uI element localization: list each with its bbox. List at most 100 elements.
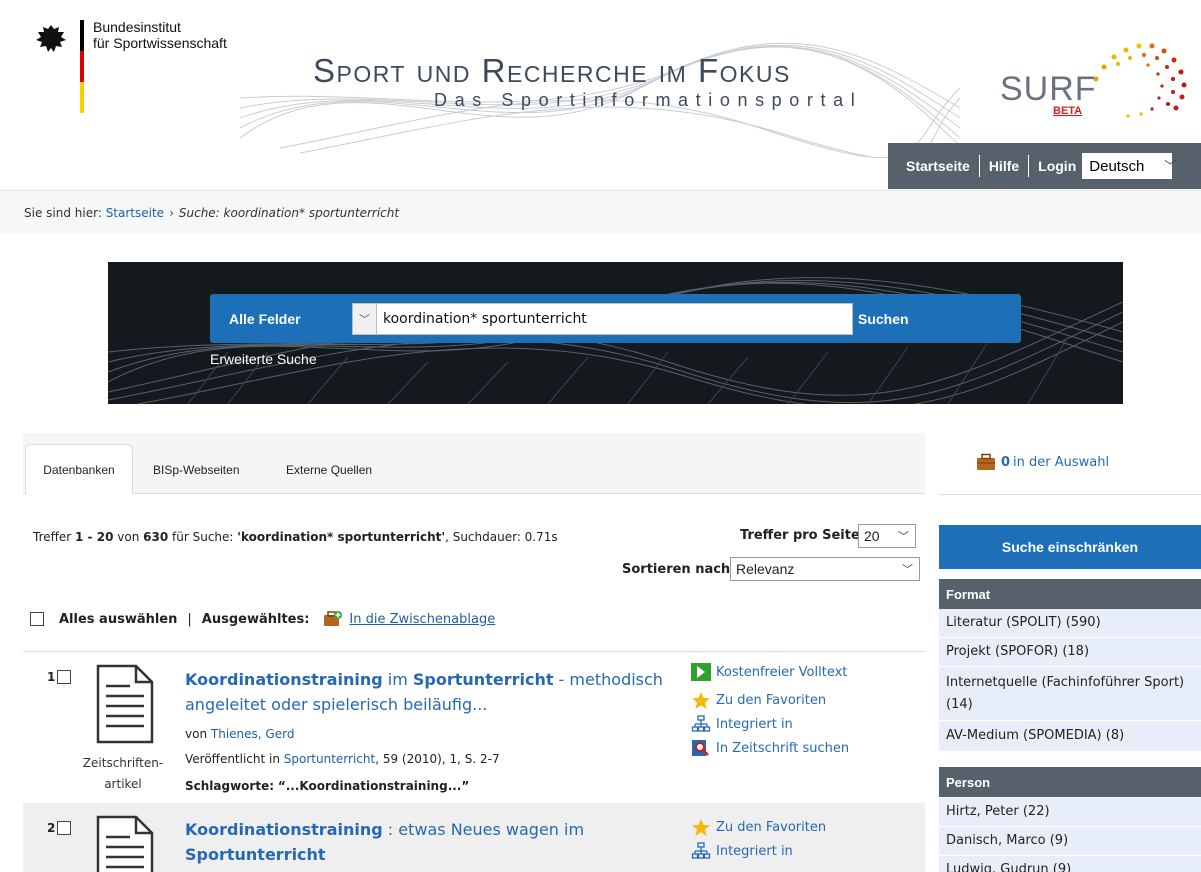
chevron-down-icon: ﹀ [898, 531, 909, 543]
breadcrumb-arrow-icon: › [169, 205, 174, 220]
result-title-link[interactable]: Koordinationstraining im Sportunterricht… [185, 667, 665, 717]
result-item: 1 Zeitschriften- artikel Koordinationstr… [23, 652, 925, 802]
result-number-text: 1 [47, 670, 56, 684]
favorites-link[interactable]: Zu den Favoriten [691, 815, 826, 839]
favorites-label: Zu den Favoriten [716, 819, 827, 835]
sort-select[interactable]: Relevanz ﹀ [730, 557, 920, 581]
hits-von: von [117, 530, 140, 544]
title-highlight: Koordinationstraining [185, 820, 383, 839]
per-page-value: 20 [864, 528, 880, 544]
breadcrumb-prefix: Sie sind hier: [24, 205, 102, 220]
tab-datenbanken[interactable]: Datenbanken [25, 444, 133, 495]
result-number: 1 [47, 670, 72, 684]
result-checkbox[interactable] [57, 670, 72, 684]
result-title-link[interactable]: Koordinationstraining : etwas Neues wage… [185, 817, 665, 867]
german-flag-bar [80, 20, 84, 113]
integrated-in-link[interactable]: Integriert in [691, 712, 849, 736]
journal-search-link[interactable]: In Zeitschrift suchen [691, 736, 849, 760]
document-icon [96, 664, 154, 744]
select-all-checkbox[interactable] [30, 612, 44, 626]
language-value: Deutsch [1089, 157, 1145, 175]
facet-person-item[interactable]: Ludwig, Gudrun (9) [939, 856, 1201, 872]
favorites-label: Zu den Favoriten [716, 692, 827, 708]
selection-count-link[interactable]: 0 in der Auswahl [976, 453, 1109, 471]
search-button[interactable]: Suchen [858, 311, 909, 327]
title-highlight: Sportunterricht [412, 670, 554, 689]
result-author: von Thienes, Gerd [185, 727, 294, 741]
journal-search-label: In Zeitschrift suchen [716, 740, 850, 756]
selection-count-value: 0 [1001, 454, 1011, 470]
publication-details: , 59 (2010), 1, S. 2-7 [375, 752, 500, 766]
per-page-select[interactable]: 20 ﹀ [858, 524, 916, 548]
title-text: im [382, 670, 413, 689]
search-field-dropdown[interactable]: ﹀ [352, 303, 377, 335]
tab-bisp-webseiten[interactable]: BISp-Webseiten [153, 444, 240, 495]
title-highlight: Sportunterricht [185, 845, 326, 864]
facet-format-item[interactable]: Literatur (SPOLIT) (590) [939, 609, 1201, 638]
sort-value: Relevanz [736, 561, 795, 577]
result-number: 2 [47, 821, 72, 835]
nav-login-link[interactable]: Login [1038, 158, 1076, 174]
title-text: : etwas Neues wagen im [382, 820, 585, 839]
language-select[interactable]: Deutsch ﹀ [1082, 153, 1176, 179]
chevron-down-icon: ﹀ [359, 313, 370, 326]
surf-logo[interactable]: SURF BETA [996, 34, 1191, 124]
search-field-label[interactable]: Alle Felder [229, 311, 301, 327]
title-highlight: Koordinationstraining [185, 670, 383, 689]
breadcrumb-current: Suche: koordination* sportunterricht [178, 205, 400, 220]
keywords-value: “...Koordinationstraining...” [277, 779, 470, 793]
favorites-link[interactable]: Zu den Favoriten [691, 688, 849, 712]
surf-logo-text: SURF [1000, 70, 1097, 108]
institute-line-2: für Sportwissenschaft [93, 35, 227, 51]
keywords-label: Schlagworte: [185, 779, 275, 793]
beta-badge: BETA [1053, 105, 1082, 117]
select-all-label[interactable]: Alles auswählen [59, 612, 177, 627]
selected-label: Ausgewähltes: [201, 611, 310, 627]
sidebar-divider [939, 494, 1201, 495]
facet-format-item[interactable]: AV-Medium (SPOMEDIA) (8) [939, 721, 1201, 752]
result-actions: Zu den Favoriten Integriert in [691, 815, 826, 863]
fulltext-label: Kostenfreier Volltext [716, 664, 848, 680]
institute-name: Bundesinstitut für Sportwissenschaft [93, 19, 227, 51]
advanced-search-link[interactable]: Erweiterte Suche [210, 351, 317, 367]
hierarchy-icon [691, 715, 711, 732]
author-prefix: von [185, 727, 208, 741]
tab-externe-quellen[interactable]: Externe Quellen [286, 444, 372, 495]
result-type-line1: Zeitschriften- [82, 756, 164, 770]
hierarchy-icon [691, 842, 711, 859]
breadcrumb-home-link[interactable]: Startseite [106, 206, 164, 220]
clipboard-link[interactable]: In die Zwischenablage [349, 612, 495, 627]
star-icon [692, 818, 710, 836]
facet-person-item[interactable]: Danisch, Marco (9) [939, 827, 1201, 856]
journal-search-icon [692, 740, 709, 756]
integrated-in-link[interactable]: Integriert in [691, 839, 826, 863]
facet-format-item[interactable]: Projekt (SPOFOR) (18) [939, 638, 1201, 667]
hits-query: 'koordination* sportunterricht' [237, 530, 446, 544]
site-title: Sport und Recherche im Fokus [313, 52, 791, 89]
per-page-label: Treffer pro Seite [740, 528, 860, 543]
facet-person-item[interactable]: Hirtz, Peter (22) [939, 798, 1201, 827]
result-checkbox[interactable] [57, 821, 72, 835]
journal-link[interactable]: Sportunterricht [284, 752, 375, 766]
result-keywords: Schlagworte: “...Koordinationstraining..… [185, 779, 469, 793]
site-subtitle: Das Sportinformationsportal [434, 90, 863, 110]
refine-search-header: Suche einschränken [939, 525, 1201, 569]
top-navigation: Startseite Hilfe Login Deutsch ﹀ [888, 143, 1201, 189]
hits-total: 630 [143, 530, 169, 544]
nav-home-link[interactable]: Startseite [906, 158, 970, 174]
hits-range: 1 - 20 [75, 530, 114, 544]
fulltext-link[interactable]: Kostenfreier Volltext [691, 660, 849, 684]
result-publication: Veröffentlicht in Sportunterricht, 59 (2… [185, 752, 500, 766]
search-input[interactable] [376, 303, 853, 335]
selection-separator: | [187, 611, 192, 627]
facet-format-item[interactable]: Internetquelle (Fachinfoführer Sport) (1… [939, 667, 1201, 721]
hits-duration: , Suchdauer: 0.71s [445, 530, 558, 544]
nav-separator [1028, 155, 1030, 177]
selection-bar: Alles auswählen | Ausgewähltes: In die Z… [30, 610, 495, 628]
nav-help-link[interactable]: Hilfe [989, 158, 1019, 174]
integrated-in-label: Integriert in [716, 843, 793, 859]
sort-label: Sortieren nach [622, 562, 731, 577]
hits-prefix: Treffer [33, 530, 72, 544]
fulltext-icon [691, 663, 711, 681]
author-link[interactable]: Thienes, Gerd [211, 727, 295, 741]
